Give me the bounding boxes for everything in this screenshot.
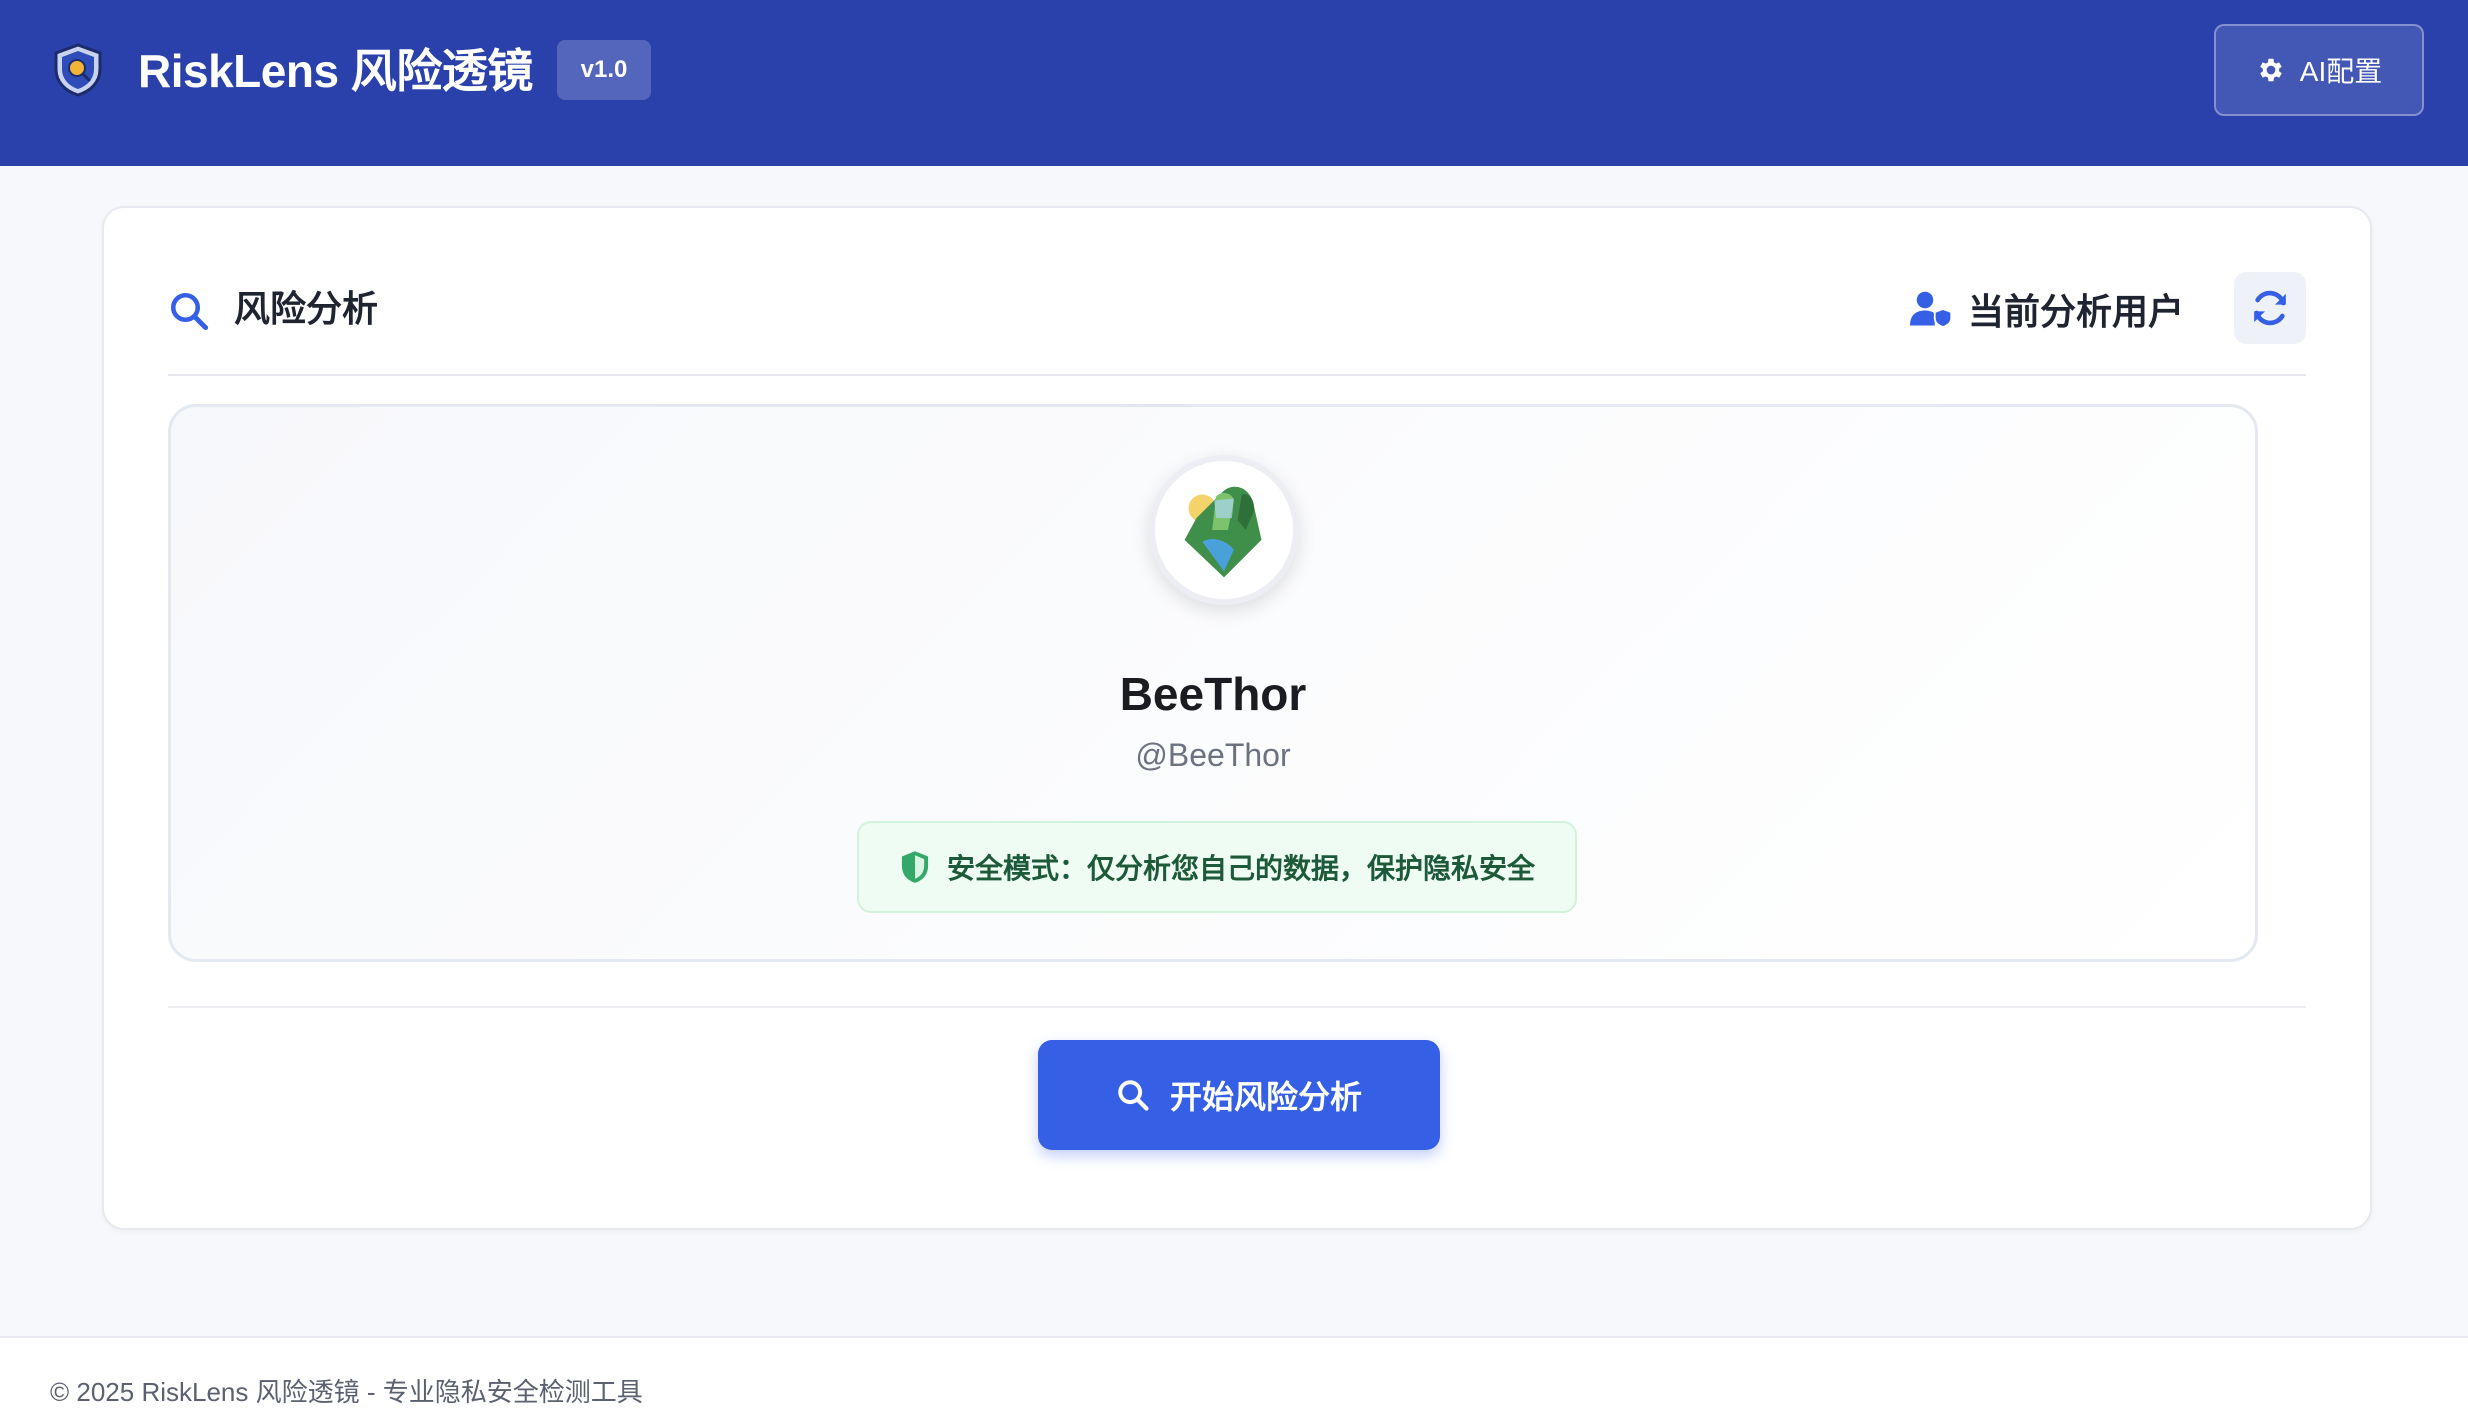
safe-mode-badge: 安全模式：仅分析您自己的数据，保护隐私安全	[857, 821, 1577, 913]
footer: © 2025 RiskLens 风险透镜 - 专业隐私安全检测工具	[0, 1336, 2468, 1424]
safe-mode-text: 安全模式：仅分析您自己的数据，保护隐私安全	[946, 853, 1535, 884]
search-icon	[1118, 1080, 1149, 1111]
refresh-button[interactable]	[2234, 272, 2306, 344]
avatar-image	[1155, 461, 1293, 599]
version-badge: v1.0	[557, 40, 651, 100]
user-shield-icon	[1909, 291, 1952, 327]
start-analysis-button[interactable]: 开始风险分析	[1038, 1040, 1440, 1150]
shield-search-icon	[54, 43, 102, 97]
current-user-indicator: 当前分析用户	[1909, 282, 2184, 336]
footer-text: © 2025 RiskLens 风险透镜 - 专业隐私安全检测工具	[50, 1377, 643, 1407]
username: @BeeThor	[1135, 737, 1291, 773]
app-title: RiskLens 风险透镜	[138, 45, 533, 97]
section-title: 风险分析	[234, 288, 379, 329]
shield-icon	[901, 851, 929, 883]
display-name: BeeThor	[1119, 668, 1307, 720]
analysis-card: 风险分析 当前分析用户 BeeThor @BeeThor 安全模式：仅分析您自己…	[102, 206, 2372, 1230]
gear-icon	[2260, 58, 2282, 82]
divider	[168, 1006, 2306, 1008]
top-header: RiskLens 风险透镜 v1.0 AI配置	[0, 0, 2468, 166]
refresh-icon	[2254, 290, 2286, 326]
start-analysis-label: 开始风险分析	[1169, 1079, 1362, 1115]
current-user-label: 当前分析用户	[1967, 291, 2184, 332]
avatar	[1149, 455, 1299, 605]
search-icon	[170, 292, 209, 331]
ai-config-label: AI配置	[2299, 56, 2383, 87]
card-header: 风险分析 当前分析用户	[168, 272, 2306, 376]
ai-config-button[interactable]: AI配置	[2214, 24, 2424, 116]
user-profile-panel: BeeThor @BeeThor 安全模式：仅分析您自己的数据，保护隐私安全	[168, 404, 2258, 962]
